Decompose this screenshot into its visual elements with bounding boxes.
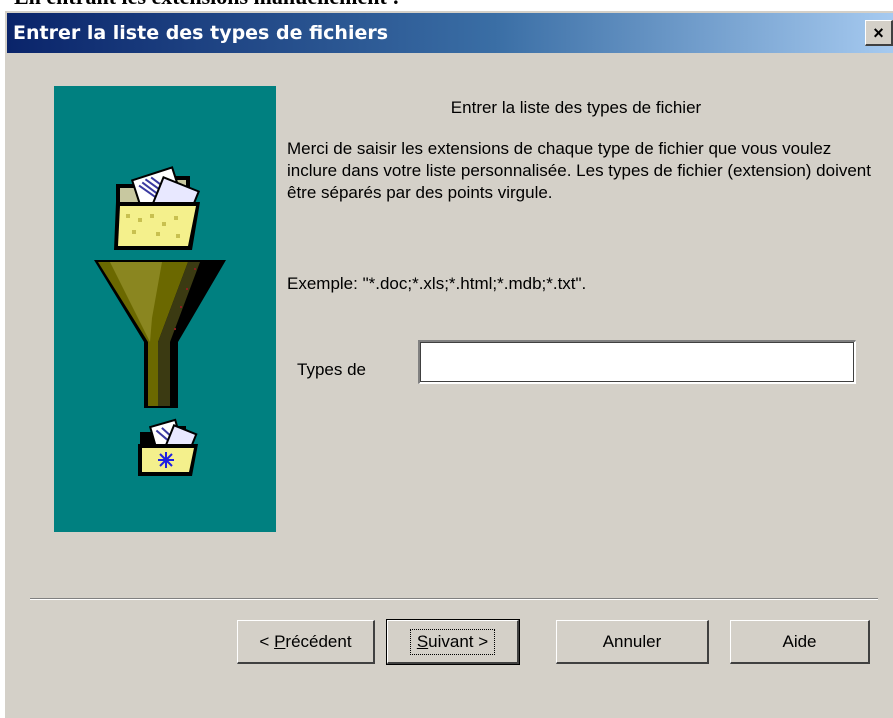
example-text: Exemple: "*.doc;*.xls;*.html;*.mdb;*.txt…	[287, 274, 587, 293]
title-bar[interactable]: Entrer la liste des types de fichiers ×	[7, 13, 893, 53]
help-button-label: Aide	[782, 631, 817, 651]
document-heading: En entrant les extensions manuellement :	[14, 0, 400, 8]
cancel-button-label: Annuler	[602, 631, 662, 651]
next-button-label: Suivant >	[409, 628, 496, 655]
close-icon: ×	[873, 22, 884, 43]
help-button[interactable]: Aide	[730, 620, 870, 664]
window-title: Entrer la liste des types de fichiers	[13, 22, 389, 44]
button-separator	[30, 598, 878, 600]
step-description: Merci de saisir les extensions de chaque…	[287, 139, 871, 202]
funnel-icon	[94, 260, 226, 408]
cancel-button[interactable]: Annuler	[556, 620, 709, 664]
previous-button-label: < Précédent	[259, 631, 352, 651]
folder-documents-icon	[114, 166, 201, 250]
previous-button[interactable]: < Précédent	[237, 620, 375, 664]
file-types-input[interactable]	[418, 340, 856, 384]
next-button[interactable]: Suivant >	[386, 619, 520, 665]
close-button[interactable]: ×	[865, 20, 893, 46]
wizard-illustration-panel	[54, 86, 276, 532]
new-folder-icon	[138, 418, 198, 476]
file-types-label: Types de	[297, 360, 366, 379]
step-heading: Entrer la liste des types de fichier	[450, 98, 702, 117]
